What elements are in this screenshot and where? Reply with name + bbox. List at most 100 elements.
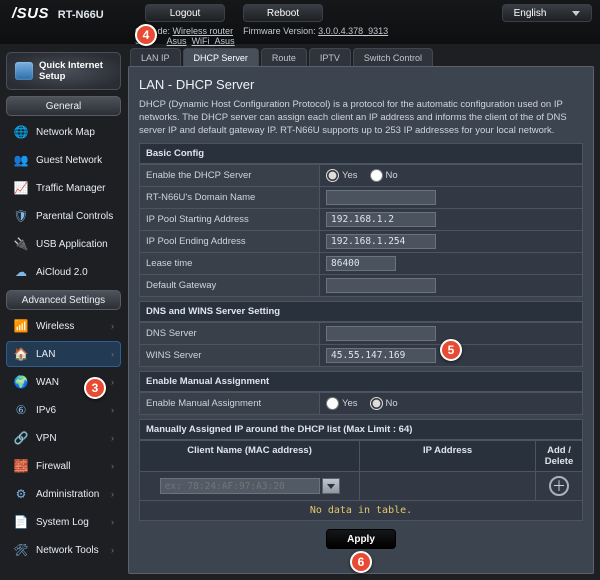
- tab-route[interactable]: Route: [261, 48, 307, 66]
- sidebar-item-system-log[interactable]: 📄System Log›: [6, 509, 121, 535]
- enable-dhcp-no[interactable]: No: [370, 169, 398, 182]
- col-action-header: Add / Delete: [536, 441, 582, 471]
- sidebar-item-network-map[interactable]: 🌐Network Map: [6, 119, 121, 145]
- sidebar-item-wan[interactable]: 🌍 WAN ›: [6, 369, 121, 395]
- tab-bar: LAN IPDHCP ServerRouteIPTVSwitch Control: [128, 44, 594, 66]
- sidebar-item-guest-network[interactable]: 👥 Guest Network: [6, 147, 121, 173]
- sidebar-item-ipv6[interactable]: ⑥ IPv6 ›: [6, 397, 121, 423]
- basic-config-table: Enable the DHCP Server Yes No RT-N66U's …: [139, 164, 583, 297]
- qis-icon: [15, 62, 33, 80]
- default-gateway-input[interactable]: [326, 278, 436, 293]
- ssid-label: SSI: [135, 36, 150, 46]
- panel-description: DHCP (Dynamic Host Configuration Protoco…: [139, 98, 583, 137]
- chevron-right-icon: ›: [111, 517, 114, 527]
- sidebar-item-label: Traffic Manager: [36, 183, 105, 194]
- manual-no[interactable]: No: [370, 397, 398, 410]
- chevron-down-icon: [572, 11, 580, 16]
- enable-dhcp-yes-radio[interactable]: [326, 169, 339, 182]
- ip-end-input[interactable]: [326, 234, 436, 249]
- dns-wins-table: DNS Server WINS Server: [139, 322, 583, 367]
- administration-icon: ⚙: [13, 486, 29, 502]
- mac-dropdown-button[interactable]: [322, 478, 340, 494]
- tab-iptv[interactable]: IPTV: [309, 48, 351, 66]
- col-mac-header: Client Name (MAC address): [140, 441, 360, 471]
- section-header-advanced: Advanced Settings: [6, 290, 121, 310]
- sidebar-item-label: Wireless: [36, 321, 74, 332]
- firewall-icon: 🧱: [13, 458, 29, 474]
- traffic-manager-icon: 📈: [13, 180, 29, 196]
- tab-switch-control[interactable]: Switch Control: [353, 48, 433, 66]
- guest-network-icon: 👥: [13, 152, 29, 168]
- enable-dhcp-label: Enable the DHCP Server: [140, 165, 320, 187]
- domain-name-input[interactable]: [326, 190, 436, 205]
- sidebar-item-label: Guest Network: [36, 155, 102, 166]
- ip-start-input[interactable]: [326, 212, 436, 227]
- manual-no-radio[interactable]: [370, 397, 383, 410]
- op-mode-label: Oper de:: [135, 26, 170, 36]
- sidebar: Quick Internet Setup General 🌐Network Ma…: [0, 44, 126, 580]
- sidebar-item-label: Network Map: [36, 127, 95, 138]
- chevron-right-icon: ›: [111, 349, 114, 359]
- sidebar-item-aicloud-2-0[interactable]: ☁ AiCloud 2.0: [6, 259, 121, 285]
- sidebar-item-label: AiCloud 2.0: [36, 267, 88, 278]
- main-content: LAN IPDHCP ServerRouteIPTVSwitch Control…: [126, 44, 600, 580]
- wins-server-input[interactable]: [326, 348, 436, 363]
- sidebar-item-firewall[interactable]: 🧱Firewall›: [6, 453, 121, 479]
- wins-server-label: WINS Server: [140, 345, 320, 367]
- sidebar-item-lan[interactable]: 🏠LAN›: [6, 341, 121, 367]
- sidebar-item-usb-application[interactable]: 🔌USB Application: [6, 231, 121, 257]
- op-mode-value[interactable]: Wireless router: [173, 26, 234, 36]
- tab-lan-ip[interactable]: LAN IP: [130, 48, 181, 66]
- vpn-icon: 🔗: [13, 430, 29, 446]
- enable-dhcp-no-radio[interactable]: [370, 169, 383, 182]
- manual-assignment-header: Enable Manual Assignment: [139, 371, 583, 392]
- brand-asus: /SUS: [12, 5, 49, 22]
- sidebar-item-label: Firewall: [36, 461, 70, 472]
- sidebar-item-label: VPN: [36, 433, 57, 444]
- manual-list-columns: Client Name (MAC address) IP Address Add…: [139, 440, 583, 472]
- ip-end-label: IP Pool Ending Address: [140, 231, 320, 253]
- enable-dhcp-radio-group: Yes No: [326, 169, 576, 182]
- sidebar-item-label: WAN: [36, 377, 59, 388]
- lease-time-input[interactable]: [326, 256, 396, 271]
- ipv6-icon: ⑥: [13, 402, 29, 418]
- chevron-right-icon: ›: [111, 377, 114, 387]
- sidebar-item-parental-controls[interactable]: 🛡Parental Controls: [6, 203, 121, 229]
- wan-icon: 🌍: [13, 374, 29, 390]
- chevron-right-icon: ›: [111, 405, 114, 415]
- aicloud-2-0-icon: ☁: [13, 264, 29, 280]
- manual-yes-radio[interactable]: [326, 397, 339, 410]
- logout-button[interactable]: Logout: [145, 4, 225, 22]
- manual-list-input-row: ＋: [139, 472, 583, 501]
- manual-assignment-table: Enable Manual Assignment Yes No: [139, 392, 583, 415]
- add-entry-button[interactable]: ＋: [549, 476, 569, 496]
- sidebar-item-traffic-manager[interactable]: 📈 Traffic Manager: [6, 175, 121, 201]
- quick-internet-setup-button[interactable]: Quick Internet Setup: [6, 52, 121, 90]
- panel-title: LAN - DHCP Server: [139, 77, 583, 92]
- manual-ip-input[interactable]: [398, 479, 498, 494]
- network-tools-icon: 🛠: [13, 542, 29, 558]
- top-buttons: Logout Reboot: [145, 4, 323, 22]
- mac-address-input[interactable]: [160, 478, 320, 494]
- tab-dhcp-server[interactable]: DHCP Server: [183, 48, 259, 66]
- sidebar-item-wireless[interactable]: 📶Wireless›: [6, 313, 121, 339]
- reboot-button[interactable]: Reboot: [243, 4, 323, 22]
- apply-button[interactable]: Apply: [326, 529, 396, 549]
- sidebar-item-label: IPv6: [36, 405, 56, 416]
- dhcp-panel: LAN - DHCP Server DHCP (Dynamic Host Con…: [128, 66, 594, 574]
- brand-model: RT-N66U: [58, 9, 104, 21]
- sidebar-item-label: LAN: [36, 349, 55, 360]
- dns-server-input[interactable]: [326, 326, 436, 341]
- ssid-1: Asus: [167, 36, 187, 46]
- sidebar-item-vpn[interactable]: 🔗VPN›: [6, 425, 121, 451]
- manual-yes[interactable]: Yes: [326, 397, 358, 410]
- language-selector[interactable]: English: [502, 4, 592, 22]
- fw-version[interactable]: 3.0.0.4.378_9313: [318, 26, 388, 36]
- domain-name-label: RT-N66U's Domain Name: [140, 187, 320, 209]
- sidebar-item-administration[interactable]: ⚙Administration›: [6, 481, 121, 507]
- sidebar-item-network-tools[interactable]: 🛠Network Tools›: [6, 537, 121, 563]
- lease-time-label: Lease time: [140, 253, 320, 275]
- sidebar-item-label: System Log: [36, 517, 89, 528]
- status-line: Oper de: Wireless router Firmware Versio…: [135, 26, 388, 46]
- enable-dhcp-yes[interactable]: Yes: [326, 169, 358, 182]
